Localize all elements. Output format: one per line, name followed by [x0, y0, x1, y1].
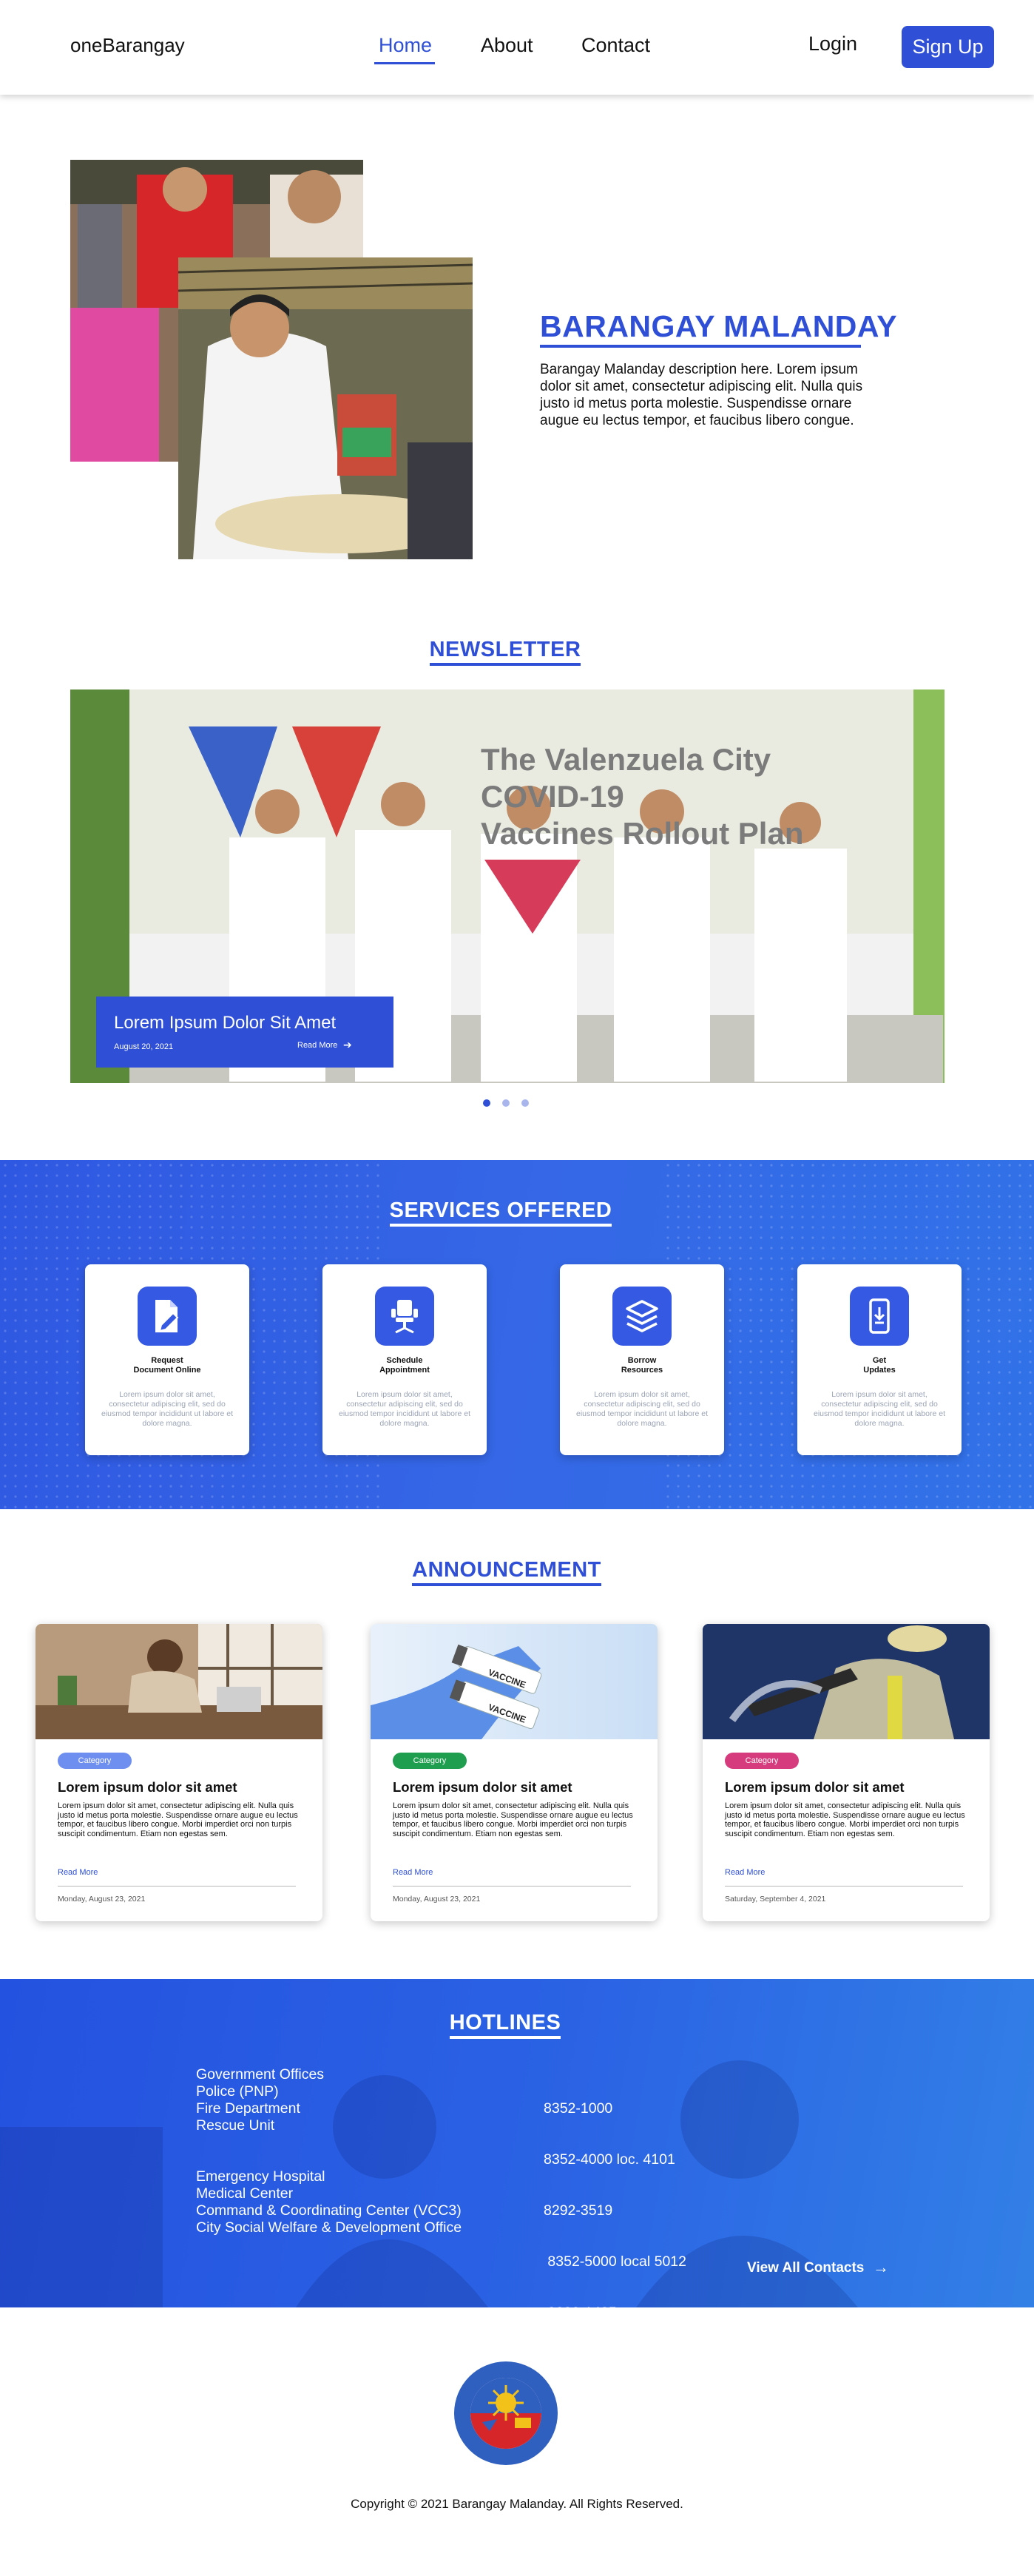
announcement-title[interactable]: Lorem ipsum dolor sit amet	[393, 1779, 644, 1796]
nav-contact-link[interactable]: Contact	[581, 34, 650, 57]
divider	[393, 1886, 631, 1887]
category-badge[interactable]: Category	[393, 1753, 467, 1769]
banner-line: Vaccines Rollout Plan	[481, 816, 804, 851]
newsletter-banner-text: The Valenzuela City COVID-19 Vaccines Ro…	[481, 741, 803, 852]
hotline-name: Command & Coordinating Center (VCC3)	[196, 2202, 462, 2219]
hotline-number[interactable]: 8352-6000	[544, 2407, 751, 2424]
login-link[interactable]: Login	[808, 33, 857, 55]
announcement-title[interactable]: Lorem ipsum dolor sit amet	[58, 1779, 309, 1796]
page: oneBarangay Home About Contact Login Sig…	[0, 0, 1034, 2576]
divider	[58, 1886, 296, 1887]
hotline-number[interactable]: 8292-1405	[544, 2304, 751, 2322]
hotline-name: Medical Center	[196, 2185, 294, 2202]
announcement-card[interactable]: Category Lorem ipsum dolor sit amet Lore…	[36, 1624, 322, 1921]
announcement-date: Monday, August 23, 2021	[393, 1895, 481, 1904]
signup-button[interactable]: Sign Up	[902, 26, 994, 68]
hotline-name	[196, 2151, 462, 2168]
hotline-number[interactable]: 8352-4000 loc. 4101	[544, 2151, 751, 2168]
footer-copyright: Copyright © 2021 Barangay Malanday. All …	[351, 2497, 683, 2511]
hotline-name: Government Offices	[196, 2066, 325, 2083]
arrow-right-icon[interactable]: →	[873, 2258, 889, 2277]
newsletter-caption-title: Lorem Ipsum Dolor Sit Amet	[114, 1013, 337, 1033]
carousel-dot[interactable]	[502, 1099, 510, 1107]
office-chair-icon	[375, 1287, 434, 1346]
announcement-card[interactable]: VACCINE VACCINE Category Lorem ipsum dol…	[371, 1624, 658, 1921]
arrow-right-icon[interactable]: ➔	[343, 1039, 352, 1051]
hotline-number[interactable]: 8352-1000	[544, 2100, 751, 2117]
service-description: Lorem ipsum dolor sit amet, consectetur …	[575, 1390, 709, 1428]
service-title: Borrow Resources	[621, 1356, 663, 1375]
hero-photo-front	[178, 257, 473, 559]
divider	[725, 1886, 963, 1887]
hotline-number[interactable]: 8292-3519	[544, 2202, 751, 2219]
newsletter-read-more-link[interactable]: Read More	[297, 1041, 337, 1050]
hotline-name: City Social Welfare & Development Office	[196, 2219, 462, 2236]
newsletter-caption-box: Lorem Ipsum Dolor Sit Amet August 20, 20…	[96, 997, 393, 1068]
hotline-name: Emergency Hospital	[196, 2168, 325, 2185]
document-edit-icon	[138, 1287, 197, 1346]
mobile-download-icon	[850, 1287, 909, 1346]
announcement-date: Monday, August 23, 2021	[58, 1895, 146, 1904]
barangay-seal-logo	[453, 2360, 559, 2467]
hotlines-heading: HOTLINES	[0, 2011, 1010, 2039]
banner-line: The Valenzuela City	[481, 742, 771, 777]
announcement-heading: ANNOUNCEMENT	[0, 1558, 1013, 1586]
service-description: Lorem ipsum dolor sit amet, consectetur …	[338, 1390, 471, 1428]
hotline-names-list: Government Offices Police (PNP) Fire Dep…	[196, 2066, 462, 2236]
announcement-image	[703, 1624, 990, 1739]
service-description: Lorem ipsum dolor sit amet, consectetur …	[101, 1390, 234, 1428]
layers-icon	[612, 1287, 672, 1346]
announcement-card[interactable]: Category Lorem ipsum dolor sit amet Lore…	[703, 1624, 990, 1921]
nav-home-link[interactable]: Home	[379, 34, 432, 57]
nav-active-indicator	[374, 62, 435, 64]
service-card-get-updates[interactable]: Get Updates Lorem ipsum dolor sit amet, c…	[797, 1264, 962, 1455]
announcement-image: VACCINE VACCINE	[371, 1624, 658, 1739]
hotline-number[interactable]: 8294-6711	[544, 2458, 751, 2475]
newsletter-heading: NEWSLETTER	[0, 638, 1010, 666]
brand-logo-text[interactable]: oneBarangay	[70, 34, 185, 57]
hero-description: Barangay Malanday description here. Lore…	[540, 362, 863, 428]
hotline-number[interactable]: 8352-1000 local 1103/1105/1129	[544, 2560, 751, 2576]
category-badge[interactable]: Category	[58, 1753, 132, 1769]
carousel-dot[interactable]	[483, 1099, 490, 1107]
top-navbar: oneBarangay Home About Contact Login Sig…	[0, 0, 1034, 95]
announcement-body: Lorem ipsum dolor sit amet, consectetur …	[58, 1801, 298, 1838]
services-heading: SERVICES OFFERED	[0, 1198, 1001, 1227]
carousel-dot[interactable]	[521, 1099, 529, 1107]
announcement-read-more-link[interactable]: Read More	[725, 1868, 765, 1877]
announcement-body: Lorem ipsum dolor sit amet, consectetur …	[725, 1801, 965, 1838]
category-badge[interactable]: Category	[725, 1753, 799, 1769]
hotline-name: Rescue Unit	[196, 2117, 275, 2134]
service-title: Schedule Appointment	[379, 1356, 430, 1375]
hotline-name: Police (PNP)	[196, 2083, 279, 2100]
announcement-title[interactable]: Lorem ipsum dolor sit amet	[725, 1779, 976, 1796]
service-title: Request Document Online	[133, 1356, 201, 1375]
nav-about-link[interactable]: About	[481, 34, 533, 57]
service-description: Lorem ipsum dolor sit amet, consectetur …	[813, 1390, 946, 1428]
announcement-image	[36, 1624, 322, 1739]
announcement-read-more-link[interactable]: Read More	[393, 1868, 433, 1877]
announcement-date: Saturday, September 4, 2021	[725, 1895, 826, 1904]
announcement-read-more-link[interactable]: Read More	[58, 1868, 98, 1877]
service-title: Get Updates	[863, 1356, 896, 1375]
hotline-number[interactable]: 8352-5000 local 5012	[544, 2253, 751, 2270]
newsletter-caption-date: August 20, 2021	[114, 1042, 174, 1051]
banner-line: COVID-19	[481, 779, 624, 814]
service-card-schedule-appointment[interactable]: Schedule Appointment Lorem ipsum dolor si…	[322, 1264, 487, 1455]
view-all-contacts-link[interactable]: View All Contacts	[747, 2260, 864, 2276]
hero-title: BARANGAY MALANDAY	[540, 309, 898, 343]
hotline-name	[196, 2134, 462, 2151]
service-card-request-document[interactable]: Request Document Online Lorem ipsum dolor…	[85, 1264, 249, 1455]
hero-title-underline	[540, 345, 861, 348]
hotline-number[interactable]: 0917-8811639/ 0919-0094045	[544, 2356, 751, 2373]
announcement-body: Lorem ipsum dolor sit amet, consectetur …	[393, 1801, 633, 1838]
hotline-name: Fire Department	[196, 2100, 300, 2117]
service-card-borrow-resources[interactable]: Borrow Resources Lorem ipsum dolor sit am…	[560, 1264, 724, 1455]
